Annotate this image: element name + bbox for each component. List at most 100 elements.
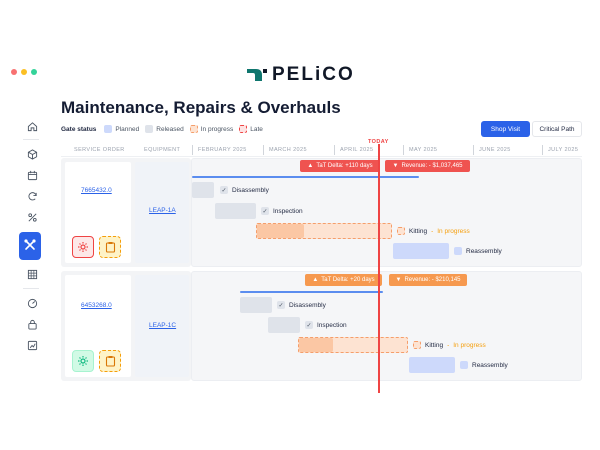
tat-delta-tag: ▲ TaT Delta: +110 days bbox=[300, 160, 380, 172]
task-kitting: Kitting - In progress bbox=[397, 227, 470, 235]
month-divider bbox=[403, 145, 404, 155]
page-title: Maintenance, Repairs & Overhauls bbox=[61, 98, 341, 117]
legend-label: Late bbox=[250, 125, 263, 133]
brand-logo: PELiCO bbox=[246, 64, 355, 86]
gantt-bar-kitting-progress bbox=[299, 338, 333, 352]
today-marker-line bbox=[378, 144, 380, 393]
late-swatch bbox=[239, 125, 248, 133]
month-divider bbox=[542, 145, 543, 155]
schedule-line bbox=[240, 291, 383, 293]
task-inspection: ✓ Inspection bbox=[261, 207, 303, 215]
gear-icon bbox=[78, 356, 88, 366]
revenue-text: Revenue: - $210,145 bbox=[404, 277, 461, 283]
gantt-bar-reassembly[interactable] bbox=[393, 243, 449, 259]
month-divider bbox=[473, 145, 474, 155]
service-order-link[interactable]: 6453268.0 bbox=[81, 302, 112, 309]
refresh-icon[interactable] bbox=[23, 187, 41, 205]
gate-status-label: Gate status bbox=[61, 125, 97, 133]
check-icon: ✓ bbox=[261, 207, 269, 215]
task-label: Disassembly bbox=[289, 301, 326, 309]
status-box-icon bbox=[460, 361, 468, 369]
status-box-icon bbox=[413, 341, 421, 349]
month-divider bbox=[263, 145, 264, 155]
table-icon[interactable] bbox=[23, 265, 41, 283]
check-icon: ✓ bbox=[305, 321, 313, 329]
task-kitting: Kitting - In progress bbox=[413, 341, 486, 349]
task-inspection: ✓ Inspection bbox=[305, 321, 347, 329]
in-progress-swatch bbox=[189, 125, 198, 133]
col-header-service-order: SERVICE ORDER bbox=[74, 147, 125, 153]
gantt-bar-inspection[interactable] bbox=[268, 317, 300, 333]
task-label: Reassembly bbox=[466, 247, 502, 255]
header-divider bbox=[61, 156, 582, 157]
task-status: In progress bbox=[453, 341, 486, 349]
percent-icon[interactable] bbox=[23, 208, 41, 226]
maximize-dot[interactable] bbox=[31, 69, 37, 75]
task-disassembly: ✓ Disassembly bbox=[277, 301, 326, 309]
task-label: Disassembly bbox=[232, 186, 269, 194]
legend-label: Planned bbox=[115, 125, 140, 133]
gantt-bar-disassembly[interactable] bbox=[192, 182, 214, 198]
legend-label: Released bbox=[156, 125, 184, 133]
window-controls bbox=[11, 69, 37, 75]
gantt-bar-disassembly[interactable] bbox=[240, 297, 272, 313]
check-icon: ✓ bbox=[277, 301, 285, 309]
clipboard-status-badge[interactable] bbox=[99, 350, 121, 372]
critical-path-button[interactable]: Critical Path bbox=[532, 121, 582, 137]
task-label: Inspection bbox=[273, 207, 303, 215]
task-label: Reassembly bbox=[472, 361, 508, 369]
month-divider bbox=[192, 145, 193, 155]
brand-name: PELiCO bbox=[272, 64, 355, 85]
status-box-icon bbox=[454, 247, 462, 255]
task-label: Inspection bbox=[317, 321, 347, 329]
legend-item-released: Released bbox=[145, 125, 184, 133]
gantt-bar-reassembly[interactable] bbox=[409, 357, 455, 373]
home-icon[interactable] bbox=[23, 117, 41, 135]
warning-icon: ▲ bbox=[307, 163, 314, 169]
task-status: In progress bbox=[437, 227, 470, 235]
month-label: JULY 2025 bbox=[548, 147, 579, 153]
tools-icon bbox=[24, 239, 36, 250]
legend-label: In progress bbox=[200, 125, 234, 133]
tat-delta-tag: ▲ TaT Delta: +20 days bbox=[305, 274, 382, 286]
sidebar-item-mro-active[interactable] bbox=[19, 232, 41, 260]
revenue-text: Revenue: - $1,037,465 bbox=[401, 163, 463, 169]
minimize-dot[interactable] bbox=[21, 69, 27, 75]
released-swatch bbox=[145, 125, 154, 133]
clipboard-icon bbox=[105, 242, 115, 253]
tat-delta-text: TaT Delta: +110 days bbox=[316, 163, 373, 169]
lock-icon[interactable] bbox=[23, 315, 41, 333]
chart-icon[interactable] bbox=[23, 336, 41, 354]
service-order-link[interactable]: 7665432.0 bbox=[81, 187, 112, 194]
month-label: MAY 2025 bbox=[409, 147, 438, 153]
down-arrow-icon: ▼ bbox=[392, 163, 399, 169]
gear-status-badge[interactable] bbox=[72, 236, 94, 258]
task-label: Kitting bbox=[409, 227, 428, 235]
gantt-bar-inspection[interactable] bbox=[215, 203, 256, 219]
legend-item-in-progress: In progress bbox=[189, 125, 234, 133]
clipboard-icon bbox=[105, 356, 115, 367]
month-label: MARCH 2025 bbox=[269, 147, 307, 153]
close-dot[interactable] bbox=[11, 69, 17, 75]
col-header-equipment: EQUIPMENT bbox=[144, 147, 181, 153]
gauge-icon[interactable] bbox=[23, 294, 41, 312]
cube-icon[interactable] bbox=[23, 145, 41, 163]
sidebar-divider bbox=[23, 288, 39, 289]
planned-swatch bbox=[104, 125, 113, 133]
warning-icon: ▲ bbox=[312, 277, 319, 283]
calendar-icon[interactable] bbox=[23, 166, 41, 184]
sidebar-divider bbox=[23, 139, 39, 140]
task-reassembly: Reassembly bbox=[460, 361, 508, 369]
month-divider bbox=[334, 145, 335, 155]
clipboard-status-badge[interactable] bbox=[99, 236, 121, 258]
equipment-link[interactable]: LEAP-1A bbox=[149, 207, 176, 214]
gantt-bar-kitting-progress bbox=[257, 224, 304, 238]
task-disassembly: ✓ Disassembly bbox=[220, 186, 269, 194]
shop-visit-button[interactable]: Shop Visit bbox=[481, 121, 530, 137]
gear-status-badge[interactable] bbox=[72, 350, 94, 372]
revenue-tag: ▼ Revenue: - $210,145 bbox=[389, 274, 467, 286]
schedule-line bbox=[192, 176, 419, 178]
equipment-link[interactable]: LEAP-1C bbox=[149, 322, 176, 329]
status-box-icon bbox=[397, 227, 405, 235]
month-label: JUNE 2025 bbox=[479, 147, 511, 153]
